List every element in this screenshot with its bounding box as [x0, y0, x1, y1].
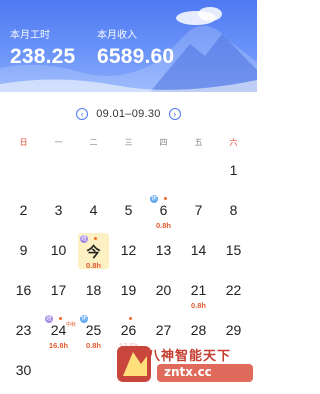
day-number: 29: [225, 322, 242, 338]
day-number: 14: [190, 242, 207, 258]
chevron-right-icon[interactable]: ›: [168, 108, 181, 120]
day-number: 28: [190, 322, 207, 338]
calendar-day[interactable]: 2: [6, 190, 41, 230]
day-number: 1: [229, 162, 238, 178]
record-dot: [164, 197, 167, 200]
calendar-empty-cell: [111, 150, 146, 190]
record-dot: [129, 317, 132, 320]
weekday-fri: 五: [194, 138, 203, 147]
calendar-day[interactable]: 17: [41, 270, 76, 310]
day-number: 30: [15, 362, 32, 378]
calendar-day[interactable]: 16: [6, 270, 41, 310]
calendar-day[interactable]: 5: [111, 190, 146, 230]
watermark-url: zntx.cc: [164, 365, 212, 379]
day-hours: 0.8h: [85, 341, 101, 350]
day-number: 3: [54, 202, 63, 218]
monthly-hours-value: 238.25: [10, 45, 76, 68]
calendar-empty-cell: [76, 350, 111, 390]
calendar-day[interactable]: 21 0.8h: [181, 270, 216, 310]
weekday-wed: 三: [124, 138, 133, 147]
day-number: 15: [225, 242, 242, 258]
weekday-header: 日 一 二 三 四 五 六: [6, 137, 251, 149]
day-number: 13: [155, 242, 172, 258]
record-dot: [94, 237, 97, 240]
day-hours: 16.8h: [48, 341, 69, 350]
calendar-week-row: 9 10 班今 0.8h 12 13 14 15: [6, 230, 251, 270]
day-number: 9: [19, 242, 28, 258]
summary-header: 本月工时 238.25 本月收入 6589.60: [0, 0, 257, 92]
monthly-hours-label: 本月工时: [10, 30, 50, 41]
day-number: 12: [120, 242, 137, 258]
calendar-day[interactable]: 23: [6, 310, 41, 350]
weekday-sat: 六: [229, 138, 238, 147]
chevron-left-icon[interactable]: ‹: [76, 108, 89, 120]
day-number: 6: [159, 202, 168, 218]
calendar-day[interactable]: 13: [146, 230, 181, 270]
monthly-hours: 本月工时 238.25: [10, 26, 75, 69]
day-number: 今: [86, 244, 101, 260]
calendar-day[interactable]: 休 25 0.8h: [76, 310, 111, 350]
day-number: 20: [155, 282, 172, 298]
day-hours: 0.8h: [190, 301, 206, 310]
calendar-day[interactable]: 9: [6, 230, 41, 270]
calendar-day[interactable]: 14: [181, 230, 216, 270]
calendar-day[interactable]: 30: [6, 350, 41, 390]
calendar-day[interactable]: 22: [216, 270, 251, 310]
calendar-day[interactable]: 10: [41, 230, 76, 270]
calendar-week-row: 2 3 4 5 休 6 0.8h 7 8: [6, 190, 251, 230]
day-number: 8: [229, 202, 238, 218]
calendar-week-row: 1: [6, 150, 251, 190]
calendar-day[interactable]: 休 6 0.8h: [146, 190, 181, 230]
record-dot: [59, 317, 62, 320]
day-number: 10: [50, 242, 67, 258]
day-number: 27: [155, 322, 172, 338]
day-number: 21: [190, 282, 207, 298]
day-number: 18: [85, 282, 102, 298]
calendar-empty-cell: [76, 150, 111, 190]
date-range: 09.01–09.30: [96, 108, 161, 120]
day-number: 4: [89, 202, 98, 218]
day-number: 23: [15, 322, 32, 338]
calendar-day[interactable]: 8: [216, 190, 251, 230]
calendar-empty-cell: [41, 350, 76, 390]
day-number: 19: [120, 282, 137, 298]
day-hours: 0.8h: [85, 261, 101, 270]
month-switcher: ‹ 09.01–09.30 ›: [0, 105, 257, 123]
calendar-day[interactable]: 班中秋 24 16.8h: [41, 310, 76, 350]
calendar-empty-cell: [41, 150, 76, 190]
weekday-tue: 二: [89, 138, 98, 147]
weekday-mon: 一: [54, 138, 63, 147]
calendar-day[interactable]: 20: [146, 270, 181, 310]
monthly-income-label: 本月收入: [97, 30, 137, 41]
weekday-sun: 日: [19, 138, 28, 147]
calendar-day[interactable]: 15: [216, 230, 251, 270]
calendar-empty-cell: [181, 150, 216, 190]
monthly-income-value: 6589.60: [97, 45, 175, 68]
day-number: 25: [85, 322, 102, 338]
day-number: 24: [50, 322, 67, 338]
day-number: 5: [124, 202, 133, 218]
watermark-text: 八神智能天下: [147, 349, 232, 364]
day-number: 16: [15, 282, 32, 298]
calendar-day[interactable]: 班今 0.8h: [76, 230, 111, 270]
calendar-day[interactable]: 19: [111, 270, 146, 310]
day-number: 17: [50, 282, 67, 298]
day-number: 2: [19, 202, 28, 218]
day-number: 26: [120, 322, 137, 338]
calendar-day[interactable]: 3: [41, 190, 76, 230]
calendar-week-row: 16 17 18 19 20 21 0.8h 22: [6, 270, 251, 310]
calendar-empty-cell: [146, 150, 181, 190]
day-number: 22: [225, 282, 242, 298]
day-number: 7: [194, 202, 203, 218]
calendar-empty-cell: [6, 150, 41, 190]
weekday-thu: 四: [159, 138, 168, 147]
calendar-day[interactable]: 7: [181, 190, 216, 230]
monthly-income: 本月收入 6589.60: [97, 26, 174, 69]
calendar-day[interactable]: 4: [76, 190, 111, 230]
calendar-day[interactable]: 12: [111, 230, 146, 270]
calendar-day[interactable]: 1: [216, 150, 251, 190]
day-hours: 0.8h: [155, 221, 171, 230]
calendar-day[interactable]: 18: [76, 270, 111, 310]
